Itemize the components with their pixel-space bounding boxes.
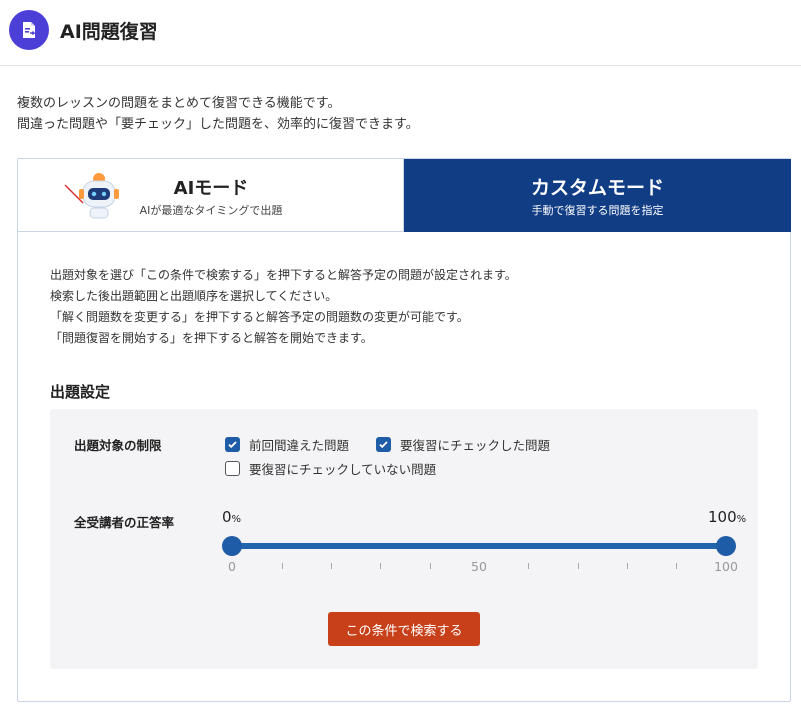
tick-label: 0	[228, 559, 236, 574]
intro-line: 複数のレッスンの問題をまとめて復習できる機能です。	[17, 96, 341, 111]
checkbox-label: 要復習にチェックした問題	[400, 438, 551, 453]
tab-custom-subtitle: 手動で復習する問題を指定	[531, 204, 664, 217]
tick-mark	[578, 563, 579, 569]
range-slider-min-handle[interactable]	[222, 536, 242, 556]
tab-custom-mode[interactable]: カスタムモード 手動で復習する問題を指定	[404, 159, 791, 232]
tick-mark	[676, 563, 677, 569]
checkbox-previous-wrong[interactable]: 前回間違えた問題	[225, 435, 349, 454]
range-slider-max-handle[interactable]	[716, 536, 736, 556]
tick-mark	[430, 563, 431, 569]
tab-ai-title: AIモード	[173, 178, 249, 199]
page-header: AI問題復習	[0, 0, 801, 66]
instruction-line: 「問題復習を開始する」を押下すると解答を開始できます。	[50, 331, 373, 345]
search-button[interactable]: この条件で検索する	[328, 612, 480, 646]
checkbox-label: 要復習にチェックしていない問題	[249, 462, 437, 477]
instruction-line: 出題対象を選び「この条件で検索する」を押下すると解答予定の問題が設定されます。	[50, 268, 517, 282]
range-max-value: 100%	[708, 508, 747, 526]
page-title: AI問題復習	[60, 21, 158, 43]
document-arrow-icon	[9, 10, 49, 50]
target-limit-label: 出題対象の制限	[74, 438, 162, 453]
checkbox-review-unchecked[interactable]: 要復習にチェックしていない問題	[225, 459, 436, 478]
checkbox-checked-icon[interactable]	[376, 437, 391, 452]
correct-rate-label: 全受講者の正答率	[74, 515, 175, 530]
instruction-line: 「解く問題数を変更する」を押下すると解答予定の問題数の変更が可能です。	[50, 310, 469, 324]
instructions: 出題対象を選び「この条件で検索する」を押下すると解答予定の問題が設定されます。 …	[50, 265, 517, 349]
tick-label: 50	[471, 559, 487, 574]
tab-ai-mode[interactable]: AIモード AIが最適なタイミングで出題	[18, 159, 404, 232]
tab-custom-title: カスタムモード	[530, 177, 664, 199]
instruction-line: 検索した後出題範囲と出題順序を選択してください。	[50, 289, 338, 303]
checkbox-checked-icon[interactable]	[225, 437, 240, 452]
tick-label: 100	[714, 559, 738, 574]
range-ticks: 0 50 100	[50, 559, 758, 579]
tick-mark	[627, 563, 628, 569]
settings-title: 出題設定	[50, 383, 111, 401]
settings-panel: 出題対象の制限 前回間違えた問題 要復習にチェックした問題 要復習にチェックして…	[50, 409, 758, 669]
intro-line: 間違った問題や「要チェック」した問題を、効率的に復習できます。	[17, 117, 419, 132]
intro-text: 複数のレッスンの問題をまとめて復習できる機能です。 間違った問題や「要チェック」…	[17, 93, 419, 135]
tick-mark	[528, 563, 529, 569]
range-slider-track[interactable]	[232, 543, 726, 549]
checkbox-empty-icon[interactable]	[225, 461, 240, 476]
review-card: AIモード AIが最適なタイミングで出題 カスタムモード 手動で復習する問題を指…	[17, 158, 791, 702]
checkbox-review-checked[interactable]: 要復習にチェックした問題	[376, 435, 550, 454]
tick-mark	[380, 563, 381, 569]
checkbox-label: 前回間違えた問題	[249, 438, 350, 453]
tick-mark	[282, 563, 283, 569]
tab-ai-subtitle: AIが最適なタイミングで出題	[139, 204, 283, 217]
range-min-value: 0%	[222, 508, 242, 526]
tick-mark	[331, 563, 332, 569]
